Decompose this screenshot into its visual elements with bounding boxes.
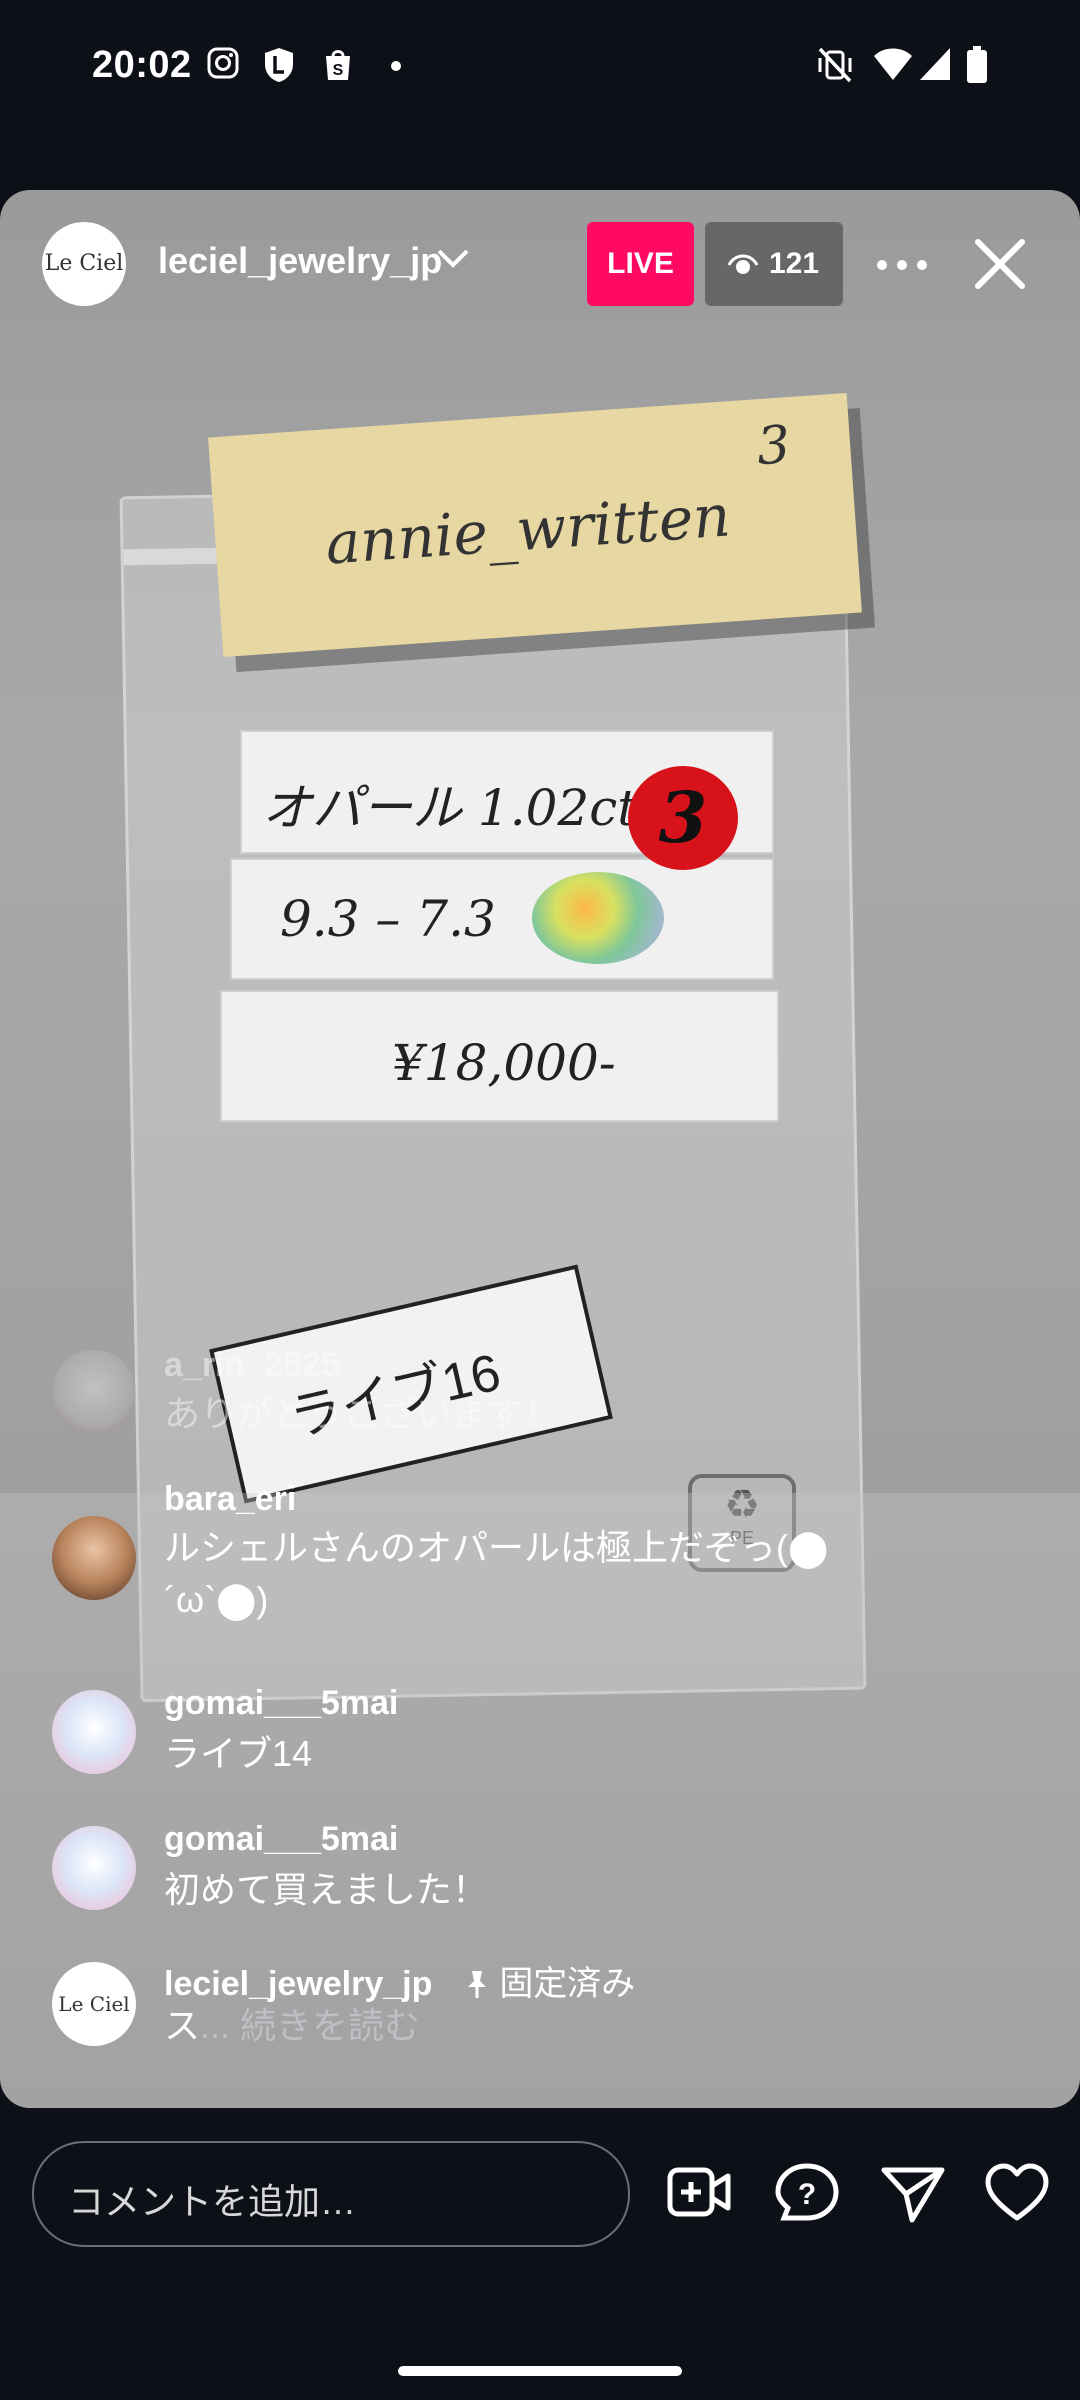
send-icon[interactable]	[880, 2162, 946, 2224]
comment-text: ス	[164, 2005, 201, 2046]
dot-icon	[391, 61, 401, 71]
product-card-size: 9.3 – 7.3	[230, 858, 774, 980]
comment-username[interactable]: a_rin_2525	[164, 1346, 340, 1385]
add-video-icon[interactable]	[666, 2162, 732, 2224]
comment-username[interactable]: gomai___5mai	[164, 1820, 398, 1859]
host-username[interactable]: leciel_jewelry_jp	[158, 240, 442, 282]
comment-item[interactable]: gomai___5mai ライブ14	[52, 1682, 952, 1792]
comment-input[interactable]: コメントを追加…	[32, 2141, 630, 2247]
comment-avatar[interactable]: Le Ciel	[52, 1962, 136, 2046]
comment-item[interactable]: bara_eri ルシェルさんのオパールは極上だぞっ(⬤´ω`⬤)	[52, 1476, 952, 1656]
comment-avatar[interactable]	[52, 1516, 136, 1600]
sticky-note: annie_written 3	[208, 392, 862, 658]
comment-item[interactable]: gomai___5mai 初めて買えました！	[52, 1818, 952, 1928]
comment-text: ルシェルさんのオパールは極上だぞっ(⬤´ω`⬤)	[164, 1527, 829, 1620]
eye-icon	[727, 254, 759, 274]
svg-text:S: S	[333, 62, 344, 79]
comment-text-row: ス... 続きを読む	[164, 2000, 924, 2052]
close-icon[interactable]	[972, 236, 1028, 292]
heart-icon[interactable]	[984, 2162, 1050, 2224]
battery-icon	[967, 46, 987, 83]
sticky-note-text: annie_written	[323, 481, 733, 578]
opal-stone	[532, 872, 664, 964]
vibrate-off-icon	[818, 47, 852, 83]
chevron-down-icon[interactable]	[436, 248, 470, 270]
comment-username[interactable]: leciel_jewelry_jp	[164, 1965, 432, 2003]
comment-text: ライブ14	[164, 1733, 313, 1774]
comment-avatar[interactable]	[52, 1350, 136, 1434]
pinned-indicator: 固定済み	[464, 1956, 635, 2005]
host-avatar[interactable]: Le Ciel	[42, 222, 126, 306]
comment-item[interactable]: a_rin_2525 ありがとうございます！	[52, 1344, 952, 1464]
question-icon[interactable]: ?	[774, 2162, 840, 2224]
status-time: 20:02	[92, 44, 192, 86]
comment-username[interactable]: gomai___5mai	[164, 1684, 398, 1723]
product-card-price: ¥18,000-	[220, 990, 779, 1122]
status-bar: 20:02 S	[0, 0, 1080, 130]
svg-text:?: ?	[798, 2178, 816, 2211]
comment-input-placeholder: コメントを追加…	[68, 2181, 357, 2222]
comment-username-row: leciel_jewelry_jp 固定済み	[164, 1956, 635, 2005]
read-more-link[interactable]: ... 続きを読む	[200, 2005, 420, 2046]
pin-icon	[467, 1971, 486, 1998]
comment-avatar[interactable]	[52, 1690, 136, 1774]
comment-username[interactable]: bara_eri	[164, 1480, 296, 1519]
home-indicator[interactable]	[398, 2366, 682, 2376]
pinned-label: 固定済み	[499, 1965, 636, 2003]
viewer-count-badge[interactable]: 121	[705, 222, 843, 306]
comment-text: 初めて買えました！	[164, 1869, 489, 1910]
instagram-icon	[207, 47, 239, 79]
pinned-comment[interactable]: Le Ciel leciel_jewelry_jp 固定済み ス... 続きを読…	[52, 1954, 952, 2064]
comment-avatar[interactable]	[52, 1826, 136, 1910]
viewer-count: 121	[769, 247, 820, 280]
shopify-bag-icon: S	[326, 50, 350, 80]
comment-text: ありがとうございます！	[164, 1393, 561, 1434]
more-options-icon[interactable]	[872, 230, 932, 300]
live-badge: LIVE	[587, 222, 694, 306]
sticky-note-number: 3	[754, 415, 793, 478]
wifi-icon	[874, 48, 912, 80]
number-circle: 3	[628, 766, 738, 870]
signal-icon	[920, 48, 950, 80]
shield-l-icon	[265, 48, 293, 82]
